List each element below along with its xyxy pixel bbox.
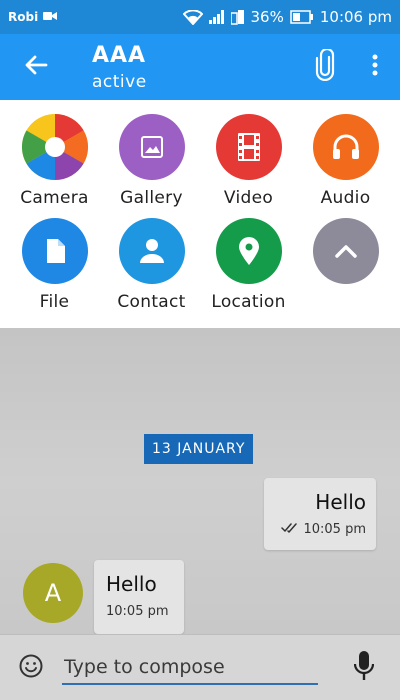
image-icon [118,114,185,180]
double-check-icon [281,522,299,537]
person-icon [118,218,185,284]
conversation-header[interactable]: AAA active [92,43,147,92]
avatar[interactable]: A [23,563,83,623]
attach-label-audio: Audio [320,188,371,208]
file-icon [21,218,88,284]
chevron-up-icon [312,218,379,284]
microphone-icon [353,650,375,685]
attach-gallery[interactable]: Gallery [103,114,200,218]
attach-audio[interactable]: Audio [297,114,394,218]
sim-icon [230,9,245,25]
map-pin-icon [215,218,282,284]
more-vertical-icon [372,54,378,80]
message-meta: 10:05 pm [274,522,366,537]
attach-video[interactable]: Video [200,114,297,218]
app-bar-actions [300,34,400,100]
back-arrow-icon [24,55,48,79]
attach-label-camera: Camera [20,188,89,208]
emoji-icon [19,654,43,682]
attachment-panel: Camera Gallery Video Audio File Contact [0,100,400,328]
attach-label-video: Video [223,188,274,208]
compose-input[interactable] [62,650,318,685]
attach-camera[interactable]: Camera [6,114,103,218]
attach-file[interactable]: File [6,218,103,322]
video-call-icon [43,10,58,24]
message-time: 10:05 pm [106,604,169,619]
collapse-attachments-button[interactable] [297,218,394,322]
mic-button[interactable] [328,635,400,700]
chat-area[interactable]: 13 JANUARY Hello 10:05 pm A Hello 10:05 … [0,328,400,634]
attach-location[interactable]: Location [200,218,297,322]
clock-time: 10:06 pm [319,8,392,26]
status-bar: Robi 36% 10:06 pm [0,0,400,34]
paperclip-icon [314,47,336,85]
back-button[interactable] [0,34,72,100]
date-chip: 13 JANUARY [144,434,254,464]
attach-label-location: Location [211,292,286,312]
status-right: 36% 10:06 pm [182,8,392,26]
message-time: 10:05 pm [303,522,366,537]
message-text: Hello [106,572,157,596]
emoji-button[interactable] [0,635,62,700]
contact-status: active [92,71,147,92]
headphones-icon [312,114,379,180]
app-bar: AAA active [0,34,400,100]
attach-label-gallery: Gallery [120,188,183,208]
battery-percent: 36% [250,8,284,26]
message-meta: 10:05 pm [106,604,174,619]
status-left: Robi [8,10,58,24]
camera-aperture-icon [21,114,88,180]
signal-icon [208,10,225,24]
attach-label-contact: Contact [117,292,186,312]
battery-icon [290,10,314,24]
attach-contact[interactable]: Contact [103,218,200,322]
message-bubble-outgoing[interactable]: Hello 10:05 pm [264,478,376,550]
attach-button[interactable] [300,34,350,100]
message-bubble-incoming[interactable]: Hello 10:05 pm [94,560,184,634]
message-text: Hello [315,490,366,514]
contact-name: AAA [92,42,147,68]
wifi-icon [182,9,203,25]
compose-bar [0,634,400,700]
carrier-name: Robi [8,10,39,24]
attach-label-file: File [39,292,70,312]
film-icon [215,114,282,180]
more-options-button[interactable] [350,34,400,100]
